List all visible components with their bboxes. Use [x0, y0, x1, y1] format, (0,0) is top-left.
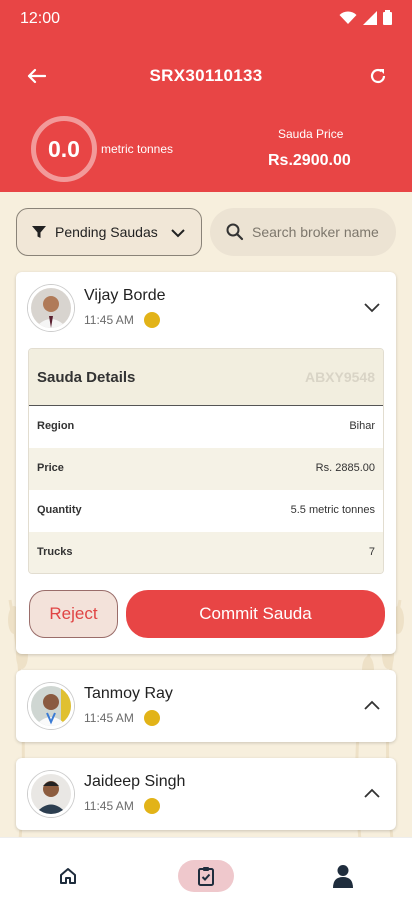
- filter-label: Pending Saudas: [55, 224, 158, 240]
- broker-time: 11:45 AM: [84, 799, 134, 813]
- clipboard-check-icon: [198, 867, 214, 886]
- person-photo-icon: [31, 774, 71, 814]
- price-label: Sauda Price: [278, 127, 344, 141]
- detail-value: Rs. 2885.00: [315, 462, 375, 474]
- status-dot: [144, 798, 160, 814]
- chevron-up-icon: [364, 700, 380, 710]
- signal-icon: [363, 10, 377, 25]
- collapse-button[interactable]: [360, 296, 384, 320]
- battery-icon: [383, 10, 392, 25]
- status-bar: 12:00: [0, 0, 412, 40]
- detail-key: Region: [37, 420, 75, 432]
- broker-card[interactable]: Tanmoy Ray 11:45 AM: [16, 670, 396, 742]
- person-icon: [333, 865, 353, 888]
- quantity-value: 0.0: [48, 135, 80, 162]
- wifi-icon: [339, 10, 357, 24]
- broker-name: Tanmoy Ray: [84, 685, 173, 702]
- broker-card[interactable]: Vijay Borde 11:45 AM Sauda Details ABXY9…: [16, 272, 396, 654]
- status-icons: [339, 10, 392, 25]
- status-dot: [144, 312, 160, 328]
- search-input[interactable]: [252, 224, 388, 240]
- chevron-down-icon: [171, 229, 185, 238]
- detail-key: Trucks: [37, 546, 73, 558]
- chevron-up-icon: [364, 788, 380, 798]
- nav-saudas[interactable]: [178, 860, 234, 892]
- filter-dropdown[interactable]: Pending Saudas: [16, 208, 202, 256]
- detail-key: Quantity: [37, 504, 82, 516]
- refresh-icon: [370, 68, 386, 84]
- person-photo-icon: [31, 288, 71, 328]
- expand-button[interactable]: [360, 694, 384, 718]
- detail-row-region: Region Bihar: [29, 406, 383, 448]
- status-dot: [144, 710, 160, 726]
- sauda-details-header: Sauda Details ABXY9548: [29, 349, 383, 406]
- search-icon: [226, 223, 244, 241]
- page-title: SRX30110133: [149, 66, 263, 85]
- sauda-code: ABXY9548: [304, 369, 375, 385]
- filter-icon: [32, 226, 46, 238]
- home-icon: [60, 868, 76, 884]
- nav-home[interactable]: [40, 860, 96, 892]
- bottom-navigation: [0, 837, 412, 917]
- status-time: 12:00: [20, 10, 61, 27]
- search-box[interactable]: [210, 208, 396, 256]
- expand-button[interactable]: [360, 782, 384, 806]
- price-value: Rs.2900.00: [268, 152, 351, 169]
- broker-card[interactable]: Jaideep Singh 11:45 AM: [16, 758, 396, 830]
- app-header: 12:00 SRX30110133 0.0 metric tonnes Saud…: [0, 0, 412, 192]
- avatar: [28, 683, 74, 729]
- broker-name: Vijay Borde: [84, 287, 166, 304]
- refresh-button[interactable]: [364, 62, 392, 90]
- detail-row-trucks: Trucks 7: [29, 532, 383, 573]
- avatar: [28, 771, 74, 817]
- sauda-details: Sauda Details ABXY9548 Region Bihar Pric…: [28, 348, 384, 574]
- person-photo-icon: [31, 686, 71, 726]
- broker-name: Jaideep Singh: [84, 773, 186, 790]
- detail-row-price: Price Rs. 2885.00: [29, 448, 383, 490]
- quantity-unit: metric tonnes: [101, 142, 174, 156]
- detail-value: 5.5 metric tonnes: [290, 504, 375, 516]
- reject-button[interactable]: Reject: [29, 590, 118, 638]
- detail-key: Price: [37, 462, 64, 474]
- commit-sauda-button[interactable]: Commit Sauda: [126, 590, 385, 638]
- detail-value: 7: [368, 546, 375, 558]
- broker-time: 11:45 AM: [84, 711, 134, 725]
- nav-profile[interactable]: [315, 860, 371, 892]
- quantity-gauge: 0.0: [31, 116, 97, 182]
- chevron-down-icon: [364, 303, 380, 313]
- detail-value: Bihar: [349, 420, 375, 432]
- detail-row-quantity: Quantity 5.5 metric tonnes: [29, 490, 383, 532]
- avatar: [28, 285, 74, 331]
- sauda-details-title: Sauda Details: [37, 369, 136, 386]
- broker-time: 11:45 AM: [84, 313, 134, 327]
